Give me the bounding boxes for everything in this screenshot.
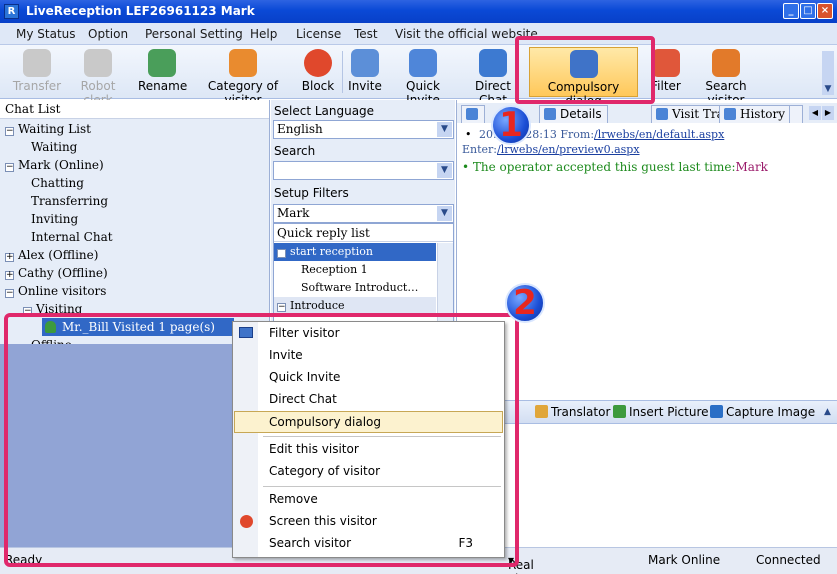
tab-history[interactable]: History (719, 105, 792, 123)
chevron-down-icon[interactable]: ▼ (437, 122, 452, 137)
select-language-label: Select Language (274, 104, 375, 118)
tree-waiting-list[interactable]: − Waiting List (0, 120, 91, 138)
language-select[interactable]: English ▼ (273, 120, 454, 139)
tree-alex[interactable]: + Alex (Offline) (0, 246, 98, 264)
chevron-down-icon[interactable]: ▼ (437, 163, 452, 178)
translator-button[interactable]: Translator (535, 405, 610, 419)
details-icon (544, 108, 556, 120)
collapse-icon[interactable]: − (277, 249, 286, 258)
monitor-icon (466, 108, 478, 120)
id-card-icon (148, 49, 176, 77)
connection-status: Connected (756, 553, 821, 567)
tree-inviting[interactable]: Inviting (31, 210, 78, 228)
track-icon (656, 108, 668, 120)
toolbar-separator (342, 51, 343, 93)
menu-my-status[interactable]: My Status (16, 27, 76, 41)
menu-bar: My Status Option Personal Setting Help L… (0, 23, 837, 45)
tree-mark[interactable]: − Mark (Online) (0, 156, 104, 174)
annotation-box-toolbar (515, 36, 655, 104)
capture-image-button[interactable]: Capture Image (710, 405, 815, 419)
tab-more[interactable] (789, 105, 803, 123)
people-icon (229, 49, 257, 77)
tree-transferring[interactable]: Transferring (31, 192, 108, 210)
quick-invite-button[interactable]: Quick Invite (389, 47, 457, 107)
tree-online-visitors[interactable]: − Online visitors (0, 282, 106, 300)
invite-icon (351, 49, 379, 77)
tree-cathy[interactable]: + Cathy (Offline) (0, 264, 108, 282)
annotation-box-context (4, 313, 519, 567)
robot-clerk-button[interactable]: Robot clerk (66, 47, 130, 107)
search-visitor-button[interactable]: Search visitor (688, 47, 764, 107)
qr-software-intro[interactable]: Software Introduct… (301, 279, 435, 297)
tab-details[interactable]: Details (539, 105, 608, 123)
minimize-button[interactable]: _ (783, 3, 799, 19)
picture-icon (613, 405, 626, 418)
block-icon (304, 49, 332, 77)
tree-chatting[interactable]: Chatting (31, 174, 84, 192)
from-link[interactable]: /lrwebs/en/default.aspx (594, 128, 724, 141)
quick-invite-icon (409, 49, 437, 77)
capture-icon (710, 405, 723, 418)
app-icon: R (4, 4, 19, 19)
annotation-badge-2: 2 (505, 283, 545, 323)
title-bar: R LiveReception LEF26961123 Mark _ □ × (0, 0, 837, 23)
search-visitor-icon (712, 49, 740, 77)
window-title: LiveReception LEF26961123 Mark (26, 4, 255, 18)
pen-icon (535, 405, 548, 418)
toolbar: Transfer Robot clerk Rename Category of … (0, 45, 837, 108)
tree-waiting[interactable]: Waiting (31, 138, 77, 156)
close-button[interactable]: × (817, 3, 833, 19)
menu-personal-setting[interactable]: Personal Setting (145, 27, 243, 41)
menu-license[interactable]: License (296, 27, 341, 41)
search-select[interactable]: ▼ (273, 161, 454, 180)
operator-status: Mark Online (648, 553, 721, 567)
annotation-badge-1: 1 (491, 105, 531, 145)
filters-select[interactable]: Mark ▼ (273, 204, 454, 223)
toolbar-overflow-chevron-icon[interactable]: ▼ (822, 51, 834, 95)
log-operator-message: • The operator accepted this guest last … (462, 160, 768, 174)
collapse-icon[interactable]: − (277, 303, 286, 312)
search-label: Search (274, 144, 316, 158)
quick-reply-header: Quick reply list (274, 224, 453, 242)
maximize-button[interactable]: □ (800, 3, 816, 19)
block-button[interactable]: Block (298, 47, 338, 97)
collapse-icon[interactable]: − (5, 163, 14, 172)
filter-icon (652, 49, 680, 77)
direct-chat-icon (479, 49, 507, 77)
tab-scroll-left-icon[interactable]: ◀ (809, 106, 821, 120)
invite-button[interactable]: Invite (346, 47, 384, 97)
expand-icon[interactable]: + (5, 271, 14, 280)
transfer-icon (23, 49, 51, 77)
menu-option[interactable]: Option (88, 27, 128, 41)
robot-icon (84, 49, 112, 77)
collapse-icon[interactable]: − (5, 289, 14, 298)
chat-list-header: Chat List (0, 100, 269, 119)
rename-button[interactable]: Rename (138, 47, 187, 97)
qr-start-reception[interactable]: − start reception (274, 243, 436, 261)
menu-help[interactable]: Help (250, 27, 277, 41)
transfer-button[interactable]: Transfer (12, 47, 62, 97)
tab-monitor[interactable] (461, 105, 485, 123)
chevron-down-icon[interactable]: ▼ (437, 206, 452, 221)
tree-internal-chat[interactable]: Internal Chat (31, 228, 113, 246)
compose-expand-icon[interactable]: ▲ (824, 407, 831, 417)
tab-scroll-right-icon[interactable]: ▶ (822, 106, 834, 120)
history-icon (724, 108, 736, 120)
menu-test[interactable]: Test (354, 27, 378, 41)
setup-filters-label: Setup Filters (274, 186, 349, 200)
expand-icon[interactable]: + (5, 253, 14, 262)
insert-picture-button[interactable]: Insert Picture (613, 405, 709, 419)
collapse-icon[interactable]: − (5, 127, 14, 136)
category-of-visitor-button[interactable]: Category of visitor (192, 47, 294, 107)
